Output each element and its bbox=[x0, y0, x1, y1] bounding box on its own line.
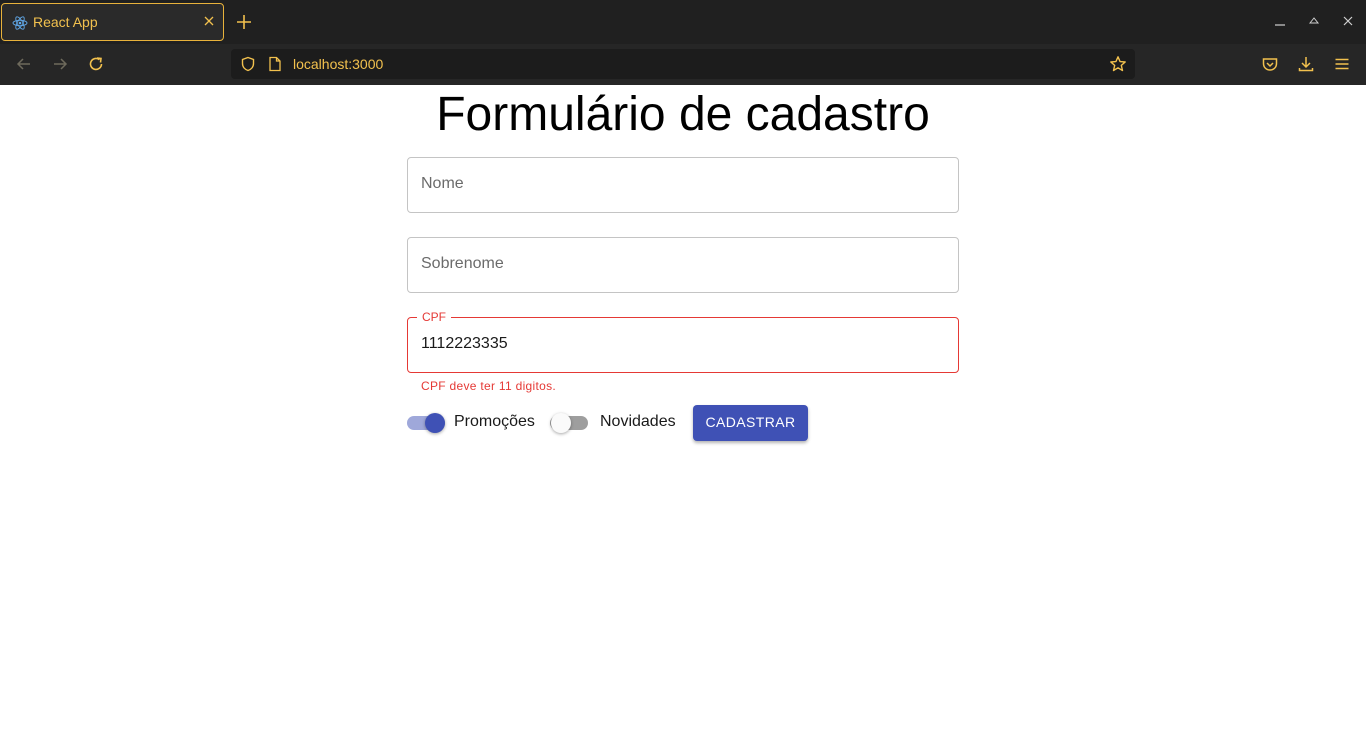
cpf-value[interactable]: 1112223335 bbox=[421, 335, 508, 353]
url-text[interactable]: localhost:3000 bbox=[293, 56, 383, 72]
promocoes-label: Promoções bbox=[454, 413, 535, 430]
promocoes-switch[interactable] bbox=[407, 413, 445, 433]
download-icon[interactable] bbox=[1297, 55, 1315, 73]
cpf-label: CPF bbox=[417, 310, 451, 324]
novidades-switch[interactable] bbox=[550, 413, 588, 433]
promocoes-switch-thumb[interactable] bbox=[425, 413, 445, 433]
page-title: Formulário de cadastro bbox=[436, 88, 930, 141]
maximize-icon[interactable] bbox=[1307, 14, 1321, 28]
tab-title: React App bbox=[33, 14, 98, 30]
cadastrar-button[interactable]: CADASTRAR bbox=[693, 405, 808, 441]
nav-bar: localhost:3000 bbox=[0, 44, 1366, 85]
browser-tab[interactable]: React App bbox=[1, 3, 224, 41]
shield-icon[interactable] bbox=[240, 56, 256, 72]
nome-placeholder: Nome bbox=[421, 175, 464, 192]
url-bar[interactable]: localhost:3000 bbox=[231, 49, 1135, 79]
hamburger-icon[interactable] bbox=[1333, 55, 1351, 73]
cpf-field[interactable]: CPF 1112223335 bbox=[407, 310, 959, 373]
nome-field[interactable]: Nome bbox=[407, 157, 959, 213]
close-icon[interactable] bbox=[201, 13, 217, 29]
reload-icon[interactable] bbox=[87, 55, 105, 73]
novidades-label: Novidades bbox=[600, 413, 676, 430]
plus-icon[interactable] bbox=[236, 14, 252, 30]
arrow-right-icon[interactable] bbox=[51, 55, 69, 73]
page-content: Formulário de cadastro Nome Sobrenome CP… bbox=[0, 85, 1366, 740]
star-icon[interactable] bbox=[1109, 55, 1127, 73]
sobrenome-placeholder: Sobrenome bbox=[421, 255, 504, 272]
tab-bar: React App bbox=[0, 0, 1366, 44]
react-icon bbox=[12, 16, 28, 30]
page-icon bbox=[269, 56, 281, 72]
novidades-switch-thumb[interactable] bbox=[551, 413, 571, 433]
arrow-left-icon[interactable] bbox=[15, 55, 33, 73]
window-close-icon[interactable] bbox=[1341, 14, 1355, 28]
cpf-error-message: CPF deve ter 11 digitos. bbox=[421, 379, 557, 393]
sobrenome-field[interactable]: Sobrenome bbox=[407, 237, 959, 293]
pocket-icon[interactable] bbox=[1261, 55, 1279, 73]
minimize-icon[interactable] bbox=[1273, 14, 1287, 28]
